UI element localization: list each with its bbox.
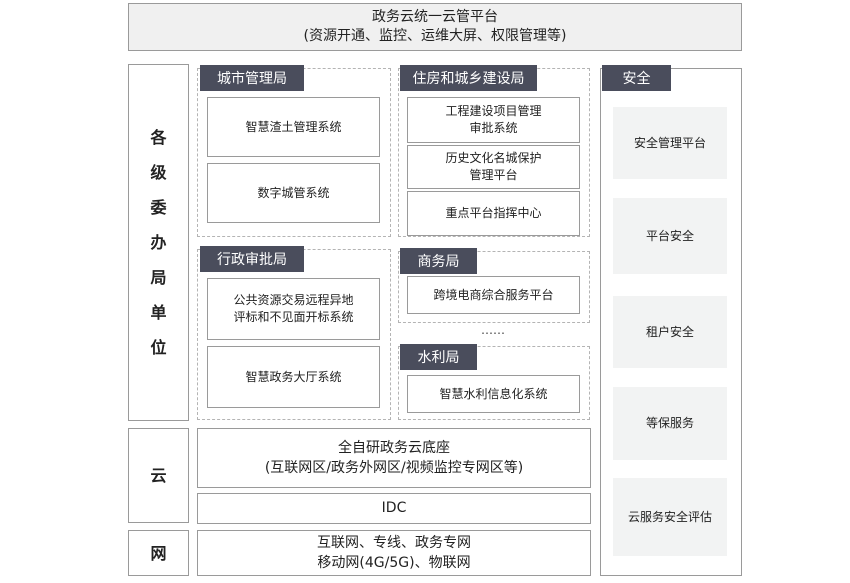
more-departments-ellipsis: …… — [481, 323, 505, 337]
network-label: 网 — [150, 543, 167, 563]
commerce-title: 商务局 — [400, 248, 477, 274]
cloud-management-platform-header: 政务云统一云管平台 (资源开通、监控、运维大屏、权限管理等) — [128, 3, 742, 51]
header-title: 政务云统一云管平台 — [372, 9, 498, 25]
smart-water-system-label: 智慧水利信息化系统 — [439, 386, 548, 401]
security-title: 安全 — [602, 65, 671, 91]
units-label-panel: 各 级 委 办 局 单 位 — [128, 64, 189, 421]
units-char-3: 委 — [150, 198, 167, 217]
digital-city-system: 数字城管系统 — [207, 163, 380, 223]
digital-city-system-label: 数字城管系统 — [257, 185, 330, 200]
network-label-panel: 网 — [128, 530, 189, 576]
network-line1: 互联网、专线、政务专网 — [317, 535, 471, 551]
units-char-1: 各 — [150, 128, 167, 147]
tenant-security: 租户安全 — [613, 296, 727, 368]
tenant-security-label: 租户安全 — [645, 324, 694, 339]
command-center-label: 重点平台指挥中心 — [445, 206, 542, 220]
command-center: 重点平台指挥中心 — [407, 191, 580, 236]
gov-cloud-base-zones: (互联网区/政务外网区/视频监控专网区等) — [264, 460, 524, 476]
platform-security: 平台安全 — [613, 198, 727, 274]
cloud-label-panel: 云 — [128, 428, 189, 523]
smart-muck-system-label: 智慧渣土管理系统 — [245, 119, 342, 134]
units-char-6: 单 — [150, 303, 167, 322]
housing-title: 住房和城乡建设局 — [400, 65, 537, 91]
units-char-5: 局 — [150, 268, 167, 287]
gov-cloud-base: 全自研政务云底座 (互联网区/政务外网区/视频监控专网区等) — [197, 428, 591, 488]
heritage-protection-line1: 历史文化名城保护 — [445, 151, 542, 165]
heritage-protection-platform: 历史文化名城保护 管理平台 — [407, 145, 580, 189]
platform-security-label: 平台安全 — [645, 228, 694, 243]
construction-approval-system: 工程建设项目管理 审批系统 — [407, 97, 580, 143]
security-management-platform-label: 安全管理平台 — [633, 135, 706, 150]
smart-water-system: 智慧水利信息化系统 — [407, 375, 580, 413]
construction-approval-line1: 工程建设项目管理 — [445, 104, 542, 118]
public-resource-line2: 评标和不见面开标系统 — [233, 310, 354, 324]
public-resource-system: 公共资源交易远程异地 评标和不见面开标系统 — [207, 278, 380, 340]
construction-approval-line2: 审批系统 — [469, 121, 518, 135]
security-management-platform: 安全管理平台 — [613, 107, 727, 179]
units-char-2: 级 — [150, 163, 167, 182]
smart-muck-system: 智慧渣土管理系统 — [207, 97, 380, 157]
idc-box: IDC — [197, 493, 591, 524]
network-box: 互联网、专线、政务专网 移动网(4G/5G)、物联网 — [197, 530, 591, 576]
cross-border-platform: 跨境电商综合服务平台 — [407, 276, 580, 314]
cloud-label: 云 — [150, 466, 167, 485]
network-line2: 移动网(4G/5G)、物联网 — [317, 555, 471, 571]
cloud-security-assessment: 云服务安全评估 — [613, 478, 727, 556]
header-subtitle: (资源开通、监控、运维大屏、权限管理等) — [303, 28, 567, 44]
public-resource-line1: 公共资源交易远程异地 — [233, 293, 354, 307]
cross-border-platform-label: 跨境电商综合服务平台 — [433, 287, 554, 302]
units-char-7: 位 — [150, 338, 167, 357]
city-management-title: 城市管理局 — [200, 65, 304, 91]
heritage-protection-line2: 管理平台 — [469, 168, 518, 182]
units-char-4: 办 — [150, 233, 167, 252]
gov-cloud-base-title: 全自研政务云底座 — [338, 440, 450, 456]
classified-protection-service-label: 等保服务 — [645, 416, 694, 430]
water-title: 水利局 — [400, 344, 477, 370]
cloud-security-assessment-label: 云服务安全评估 — [627, 509, 712, 524]
gov-hall-system: 智慧政务大厅系统 — [207, 346, 380, 408]
approval-title: 行政审批局 — [200, 246, 304, 272]
gov-hall-system-label: 智慧政务大厅系统 — [245, 369, 342, 384]
idc-label: IDC — [381, 500, 407, 516]
classified-protection-service: 等保服务 — [613, 387, 727, 460]
